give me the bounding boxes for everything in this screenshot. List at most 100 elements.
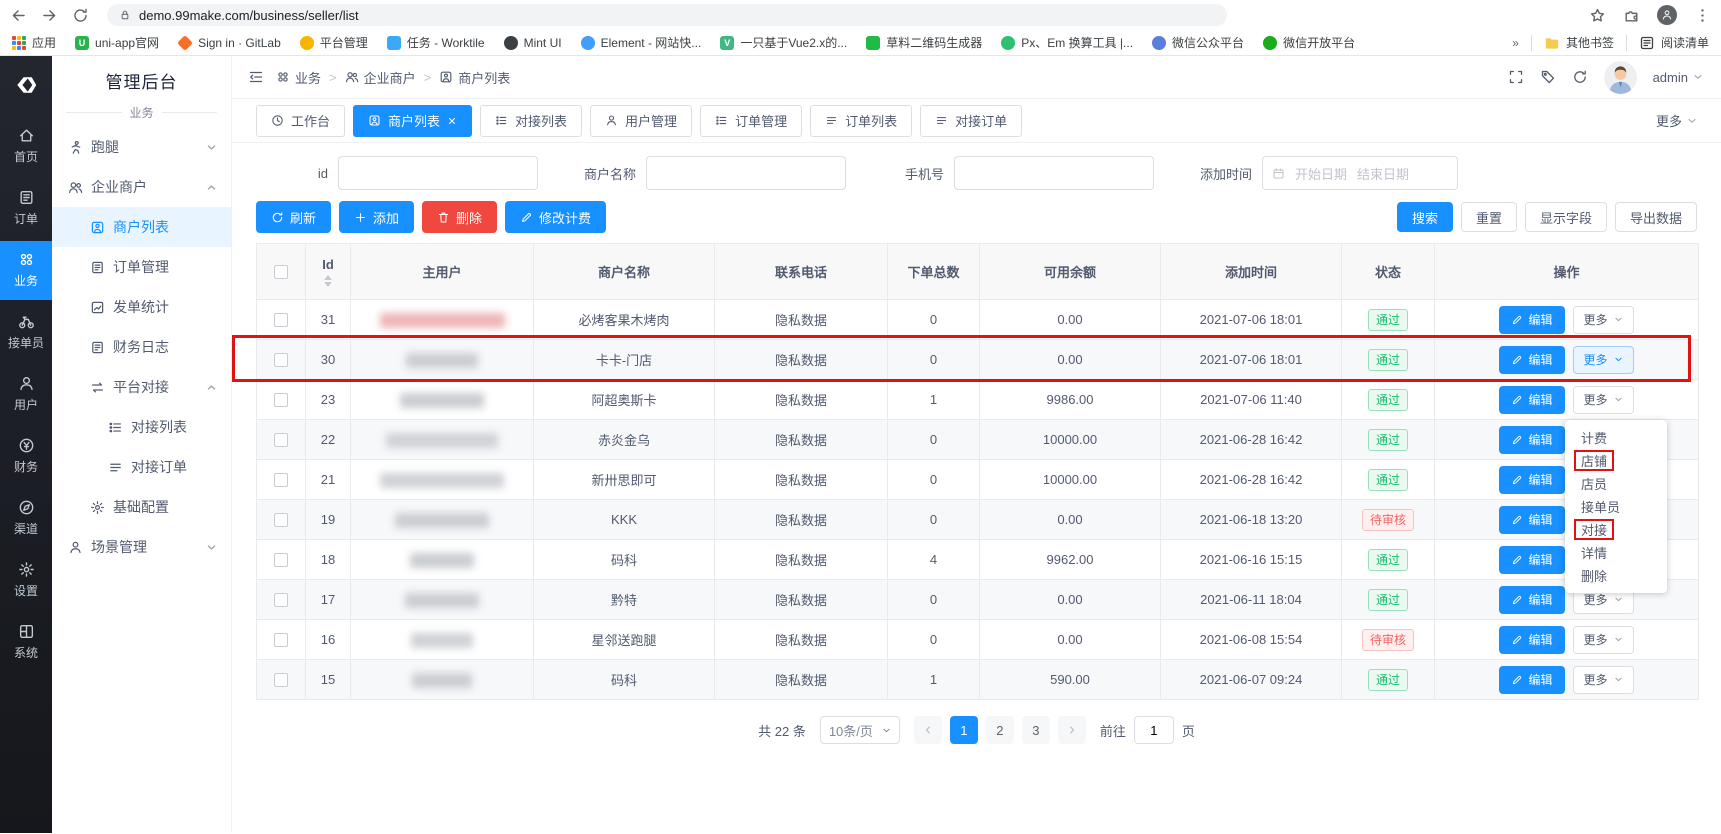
- bookmark[interactable]: 草料二维码生成器: [866, 34, 982, 51]
- dropdown-item[interactable]: 店员: [1565, 472, 1667, 495]
- tab[interactable]: 商户列表: [353, 105, 472, 137]
- date-range-picker[interactable]: 开始日期 结束日期: [1262, 156, 1458, 190]
- bookmark[interactable]: 微信开放平台: [1263, 34, 1355, 51]
- rail-item[interactable]: 用户: [0, 365, 52, 424]
- tab[interactable]: 对接订单: [920, 105, 1022, 137]
- bookmark[interactable]: Sign in · GitLab: [178, 36, 281, 50]
- rail-item[interactable]: 财务: [0, 427, 52, 486]
- bookmark[interactable]: V一只基于Vue2.x的...: [720, 34, 847, 51]
- edit-button[interactable]: 编辑: [1499, 626, 1564, 654]
- edit-button[interactable]: 编辑: [1499, 386, 1564, 414]
- menu-item[interactable]: 发单统计: [52, 287, 231, 327]
- row-checkbox[interactable]: [274, 513, 288, 527]
- fold-sidebar-icon[interactable]: [248, 69, 264, 85]
- browser-menu-icon[interactable]: [1694, 7, 1711, 24]
- sort-icon[interactable]: [324, 275, 332, 287]
- row-checkbox[interactable]: [274, 553, 288, 567]
- user-menu[interactable]: admin: [1653, 70, 1703, 85]
- tab[interactable]: 订单列表: [810, 105, 912, 137]
- select-all-checkbox[interactable]: [274, 265, 288, 279]
- row-checkbox[interactable]: [274, 393, 288, 407]
- menu-item[interactable]: 场景管理: [52, 527, 231, 567]
- dropdown-item[interactable]: 删除: [1565, 564, 1667, 587]
- prev-page-button[interactable]: [914, 716, 942, 744]
- page-button[interactable]: 2: [986, 716, 1014, 744]
- bookmark[interactable]: Mint UI: [504, 36, 562, 50]
- reload-icon[interactable]: [72, 7, 89, 24]
- menu-item[interactable]: 对接列表: [52, 407, 231, 447]
- filter-input[interactable]: [646, 156, 846, 190]
- row-checkbox[interactable]: [274, 313, 288, 327]
- bookmark[interactable]: Element - 网站快...: [581, 34, 702, 51]
- breadcrumb-item[interactable]: 商户列表: [439, 68, 510, 87]
- bookmark[interactable]: 任务 - Worktile: [387, 34, 485, 51]
- edit-button[interactable]: 编辑: [1499, 346, 1564, 374]
- page-size-select[interactable]: 10条/页: [820, 716, 900, 744]
- rail-item[interactable]: 首页: [0, 117, 52, 176]
- row-checkbox[interactable]: [274, 633, 288, 647]
- dropdown-item[interactable]: 店铺: [1565, 449, 1667, 472]
- menu-item[interactable]: 跑腿: [52, 127, 231, 167]
- refresh-button[interactable]: 刷新: [256, 201, 331, 233]
- next-page-button[interactable]: [1058, 716, 1086, 744]
- more-button[interactable]: 更多: [1573, 666, 1634, 694]
- dropdown-item[interactable]: 计费: [1565, 426, 1667, 449]
- edit-button[interactable]: 编辑: [1499, 466, 1564, 494]
- bookmark[interactable]: Px、Em 换算工具 |...: [1001, 34, 1133, 51]
- edit-button[interactable]: 编辑: [1499, 426, 1564, 454]
- avatar[interactable]: [1604, 61, 1637, 94]
- edit-button[interactable]: 编辑: [1499, 666, 1564, 694]
- search-button[interactable]: 搜索: [1397, 202, 1453, 232]
- menu-item[interactable]: 企业商户: [52, 167, 231, 207]
- breadcrumb-item[interactable]: 业务: [276, 68, 321, 87]
- more-button[interactable]: 更多: [1573, 346, 1634, 374]
- menu-item[interactable]: 对接订单: [52, 447, 231, 487]
- goto-input[interactable]: [1134, 716, 1174, 744]
- theme-icon[interactable]: [1540, 69, 1556, 85]
- page-button[interactable]: 1: [950, 716, 978, 744]
- filter-input[interactable]: [954, 156, 1154, 190]
- refresh-page-icon[interactable]: [1572, 69, 1588, 85]
- row-checkbox[interactable]: [274, 473, 288, 487]
- url-bar[interactable]: demo.99make.com/business/seller/list: [107, 4, 1227, 26]
- bookmarks-overflow-chevron[interactable]: »: [1512, 36, 1519, 50]
- tab-close-icon[interactable]: [447, 116, 457, 126]
- reset-button[interactable]: 重置: [1461, 202, 1517, 232]
- bookmark[interactable]: 微信公众平台: [1152, 34, 1244, 51]
- bookmark-star-icon[interactable]: [1589, 7, 1606, 24]
- tab[interactable]: 工作台: [256, 105, 345, 137]
- page-button[interactable]: 3: [1022, 716, 1050, 744]
- fullscreen-icon[interactable]: [1508, 69, 1524, 85]
- rail-item[interactable]: 设置: [0, 551, 52, 610]
- other-bookmarks-button[interactable]: 其他书签: [1544, 34, 1614, 51]
- edit-button[interactable]: 编辑: [1499, 506, 1564, 534]
- rail-item[interactable]: 接单员: [0, 303, 52, 362]
- tabs-more-button[interactable]: 更多: [1656, 111, 1697, 130]
- menu-item[interactable]: 订单管理: [52, 247, 231, 287]
- rail-item[interactable]: 渠道: [0, 489, 52, 548]
- browser-profile-icon[interactable]: [1657, 5, 1677, 25]
- forward-icon[interactable]: [41, 7, 58, 24]
- menu-item[interactable]: 平台对接: [52, 367, 231, 407]
- tab[interactable]: 订单管理: [700, 105, 802, 137]
- app-logo[interactable]: [0, 56, 52, 114]
- dropdown-item[interactable]: 详情: [1565, 541, 1667, 564]
- rail-item[interactable]: 系统: [0, 613, 52, 672]
- filter-input[interactable]: [338, 156, 538, 190]
- add-button[interactable]: 添加: [339, 201, 414, 233]
- more-button[interactable]: 更多: [1573, 626, 1634, 654]
- bookmark[interactable]: 平台管理: [300, 34, 368, 51]
- delete-button[interactable]: 删除: [422, 201, 497, 233]
- edit-button[interactable]: 编辑: [1499, 306, 1564, 334]
- tab[interactable]: 对接列表: [480, 105, 582, 137]
- extensions-icon[interactable]: [1623, 7, 1640, 24]
- apps-button[interactable]: 应用: [12, 34, 56, 51]
- edit-button[interactable]: 编辑: [1499, 546, 1564, 574]
- show-fields-button[interactable]: 显示字段: [1525, 202, 1607, 232]
- more-button[interactable]: 更多: [1573, 386, 1634, 414]
- dropdown-item[interactable]: 接单员: [1565, 495, 1667, 518]
- more-button[interactable]: 更多: [1573, 306, 1634, 334]
- row-checkbox[interactable]: [274, 593, 288, 607]
- edit-button[interactable]: 编辑: [1499, 586, 1564, 614]
- row-checkbox[interactable]: [274, 353, 288, 367]
